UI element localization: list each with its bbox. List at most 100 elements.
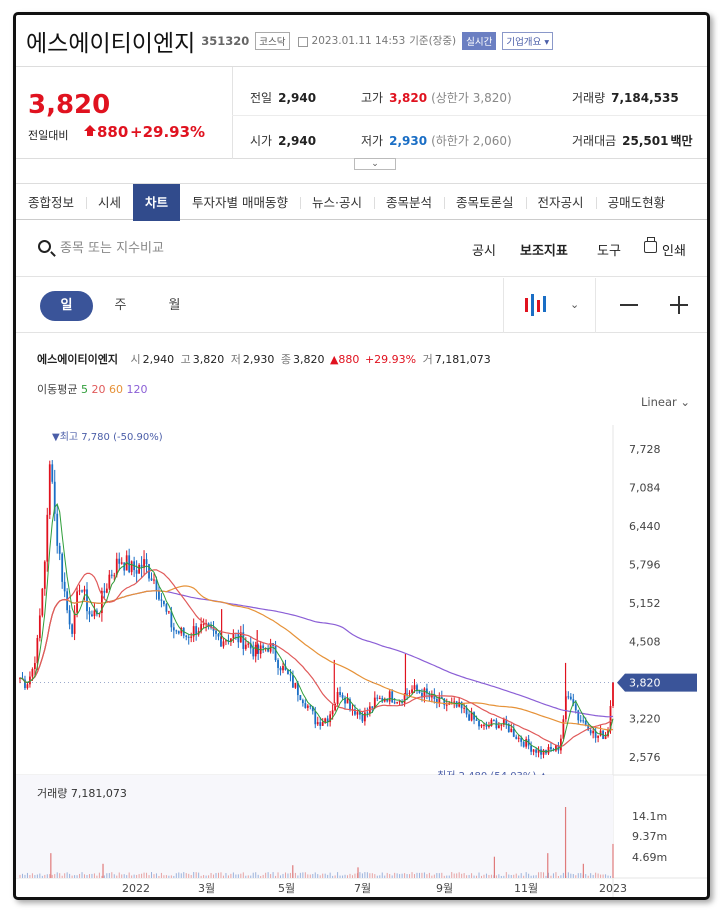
company-info-button[interactable]: 기업개요 ▾ xyxy=(502,31,554,50)
stat-high: 고가 3,820 (상한가 3,820) xyxy=(361,89,512,106)
y-tick-label: 6,440 xyxy=(629,520,661,533)
candle-body xyxy=(376,697,379,699)
tab-item[interactable]: 공매도현황 xyxy=(595,184,678,221)
y-tick-label: 3,220 xyxy=(629,713,661,726)
info-label: 거 xyxy=(422,353,433,366)
y-tick-label: 2,576 xyxy=(629,751,661,764)
x-tick-label: 5월 xyxy=(278,882,295,895)
period-week-button[interactable]: 주 xyxy=(94,291,147,321)
expand-toggle-button[interactable]: ⌄ xyxy=(354,158,396,170)
stat-label: 전일 xyxy=(250,91,273,105)
period-day-button[interactable]: 일 xyxy=(40,291,93,321)
stat-value: 25,501 xyxy=(622,134,669,148)
candle-body xyxy=(371,706,374,709)
candle-body xyxy=(41,588,44,616)
candle-icon-bar xyxy=(525,298,528,312)
tools-button[interactable]: 도구 xyxy=(597,240,621,259)
candle-body xyxy=(277,660,279,668)
chart-type-selector[interactable]: ⌄ xyxy=(503,278,596,333)
candle-body xyxy=(346,699,349,704)
moving-average-legend: 이동평균 5 20 60 120 xyxy=(37,381,147,397)
candle-body xyxy=(86,589,88,612)
period-month-button[interactable]: 월 xyxy=(148,291,201,321)
tab-item[interactable]: 투자자별 매매동향 xyxy=(180,184,300,221)
x-tick-label: 9월 xyxy=(436,882,453,895)
stat-label: 시가 xyxy=(250,134,273,148)
candle-body xyxy=(324,718,327,723)
candle-body xyxy=(71,624,74,634)
candle-icon-bar xyxy=(537,300,540,312)
candle-body xyxy=(480,724,483,727)
candle-body xyxy=(418,690,421,693)
tab-item[interactable]: 종목토론실 xyxy=(444,184,526,221)
ma120-legend[interactable]: 120 xyxy=(126,383,147,396)
stat-sub-value: 2,060) xyxy=(472,134,512,148)
chart-toolbar: 공시 보조지표 도구 인쇄 xyxy=(16,221,707,277)
volume-panel-label: 거래량 7,181,073 xyxy=(37,787,127,800)
candle-body xyxy=(363,712,366,722)
candle-body xyxy=(274,645,277,661)
candle-body xyxy=(413,685,416,690)
candle-body xyxy=(567,696,570,698)
candle-body xyxy=(294,682,297,688)
candle-body xyxy=(532,749,535,752)
tab-item[interactable]: 종목분석 xyxy=(374,184,444,221)
tab-item[interactable]: 전자공시 xyxy=(525,184,596,221)
print-button[interactable]: 인쇄 xyxy=(662,240,686,259)
candle-body xyxy=(483,724,485,726)
stat-value: 7,184,535 xyxy=(611,91,679,105)
candle-body xyxy=(574,704,577,711)
candle-body xyxy=(304,703,307,708)
price-chart[interactable]: 7,728 7,084 6,440 5,796 5,152 4,508 3,220 2,576… xyxy=(16,420,710,900)
compare-search-input[interactable] xyxy=(60,237,320,259)
tab-item[interactable]: 종합정보 xyxy=(16,184,86,221)
info-change: ▲880 xyxy=(329,353,360,366)
up-arrow-icon xyxy=(84,125,96,136)
candle-body xyxy=(463,707,466,709)
tab-item[interactable]: 시세 xyxy=(86,184,133,221)
print-icon[interactable] xyxy=(644,237,657,253)
candle-body xyxy=(138,564,140,574)
candle-body xyxy=(497,725,500,729)
y-tick-label: 5,796 xyxy=(629,559,661,572)
tab-item[interactable]: 차트 xyxy=(133,184,181,221)
stock-code: 351320 xyxy=(201,33,250,48)
candle-body xyxy=(103,590,106,593)
candle-body xyxy=(58,545,61,554)
candle-body xyxy=(118,558,121,564)
candle-body xyxy=(172,627,175,631)
candle-body xyxy=(217,633,220,637)
y-tick-label: 7,728 xyxy=(629,443,661,456)
candle-body xyxy=(306,705,309,708)
candle-body xyxy=(215,630,217,634)
candle-body xyxy=(535,749,537,753)
zoom-in-button[interactable] xyxy=(670,296,688,314)
scale-label: Linear xyxy=(641,395,677,409)
ma5-legend[interactable]: 5 xyxy=(81,383,88,396)
x-tick-label: 11월 xyxy=(514,882,538,895)
ma60-line xyxy=(19,585,614,731)
candle-body xyxy=(254,644,257,657)
candle-body xyxy=(73,612,76,634)
scale-selector[interactable]: Linear ⌄ xyxy=(641,395,690,409)
ma60-legend[interactable]: 60 xyxy=(109,383,123,396)
info-value: 2,940 xyxy=(142,353,175,366)
candle-body xyxy=(550,746,552,750)
candle-body xyxy=(81,590,83,592)
stat-sub-label: (하한가 xyxy=(431,134,469,148)
candle-body xyxy=(150,578,153,581)
candle-body xyxy=(244,644,247,649)
search-icon xyxy=(38,240,51,253)
candle-body xyxy=(301,700,304,704)
indicators-button[interactable]: 보조지표 xyxy=(520,240,568,259)
disclosure-button[interactable]: 공시 xyxy=(472,240,496,259)
candle-body xyxy=(562,719,565,739)
candle-body xyxy=(406,693,408,695)
x-tick-label: 3월 xyxy=(198,882,215,895)
tab-item[interactable]: 뉴스·공시 xyxy=(300,184,374,221)
zoom-out-button[interactable] xyxy=(620,304,638,306)
info-label: 저 xyxy=(230,353,241,366)
ma20-legend[interactable]: 20 xyxy=(91,383,105,396)
candle-body xyxy=(391,691,394,703)
stat-amount: 거래대금 25,501 백만 xyxy=(572,132,693,149)
